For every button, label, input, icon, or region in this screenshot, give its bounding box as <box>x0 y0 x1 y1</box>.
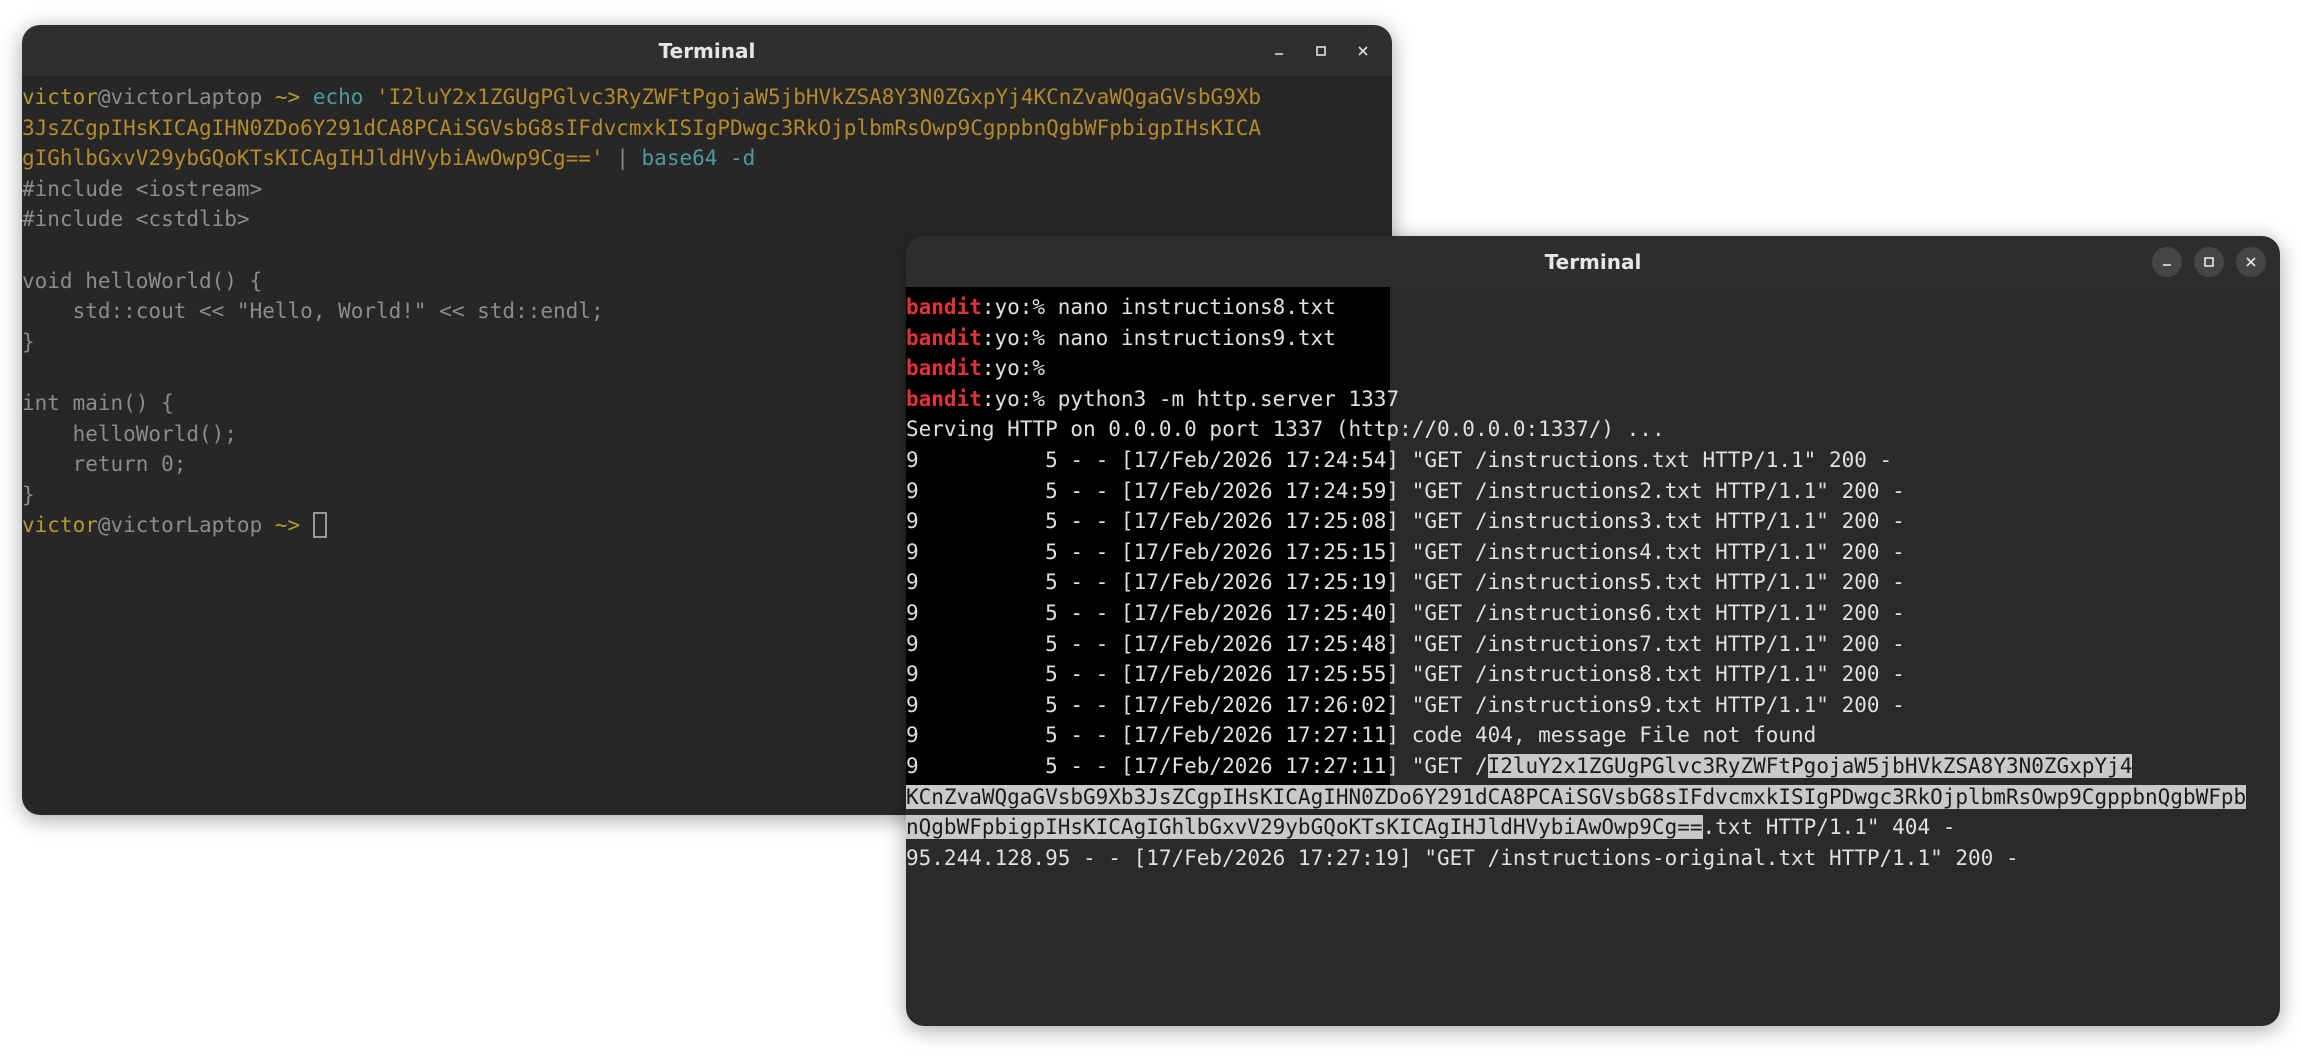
terminal-line: 9 5 - - [17/Feb/2026 17:27:11] "GET /I2l… <box>906 751 2280 782</box>
terminal-line: bandit:yo:% python3 -m http.server 1337 <box>906 384 2280 415</box>
titlebar[interactable]: Terminal <box>22 25 1392 76</box>
terminal-text: 9 5 - - [17/Feb/2026 17:25:40] "GET /ins… <box>906 600 1905 625</box>
terminal-text: 95.244.128.95 - - [17/Feb/2026 17:27:19]… <box>906 845 2019 870</box>
terminal-text: ~> <box>274 85 313 109</box>
terminal-text: .txt HTTP/1.1" 404 - <box>1702 815 1956 840</box>
terminal-line: #include <cstdlib> <box>22 204 1392 235</box>
terminal-text: 9 5 - - [17/Feb/2026 17:24:59] "GET /ins… <box>906 478 1905 503</box>
terminal-text: ~> <box>274 513 313 538</box>
titlebar[interactable]: Terminal <box>906 236 2280 287</box>
minimize-icon[interactable] <box>1264 36 1294 66</box>
terminal-text: nano instructions8.txt <box>1057 295 1336 319</box>
terminal-line: 9 5 - - [17/Feb/2026 17:27:11] code 404,… <box>906 720 2280 751</box>
terminal-output[interactable]: bandit:yo:% nano instructions8.txt bandit… <box>906 287 2280 1026</box>
terminal-text: #include <cstdlib> <box>22 207 250 232</box>
maximize-icon[interactable] <box>1306 36 1336 66</box>
terminal-line: 9 5 - - [17/Feb/2026 17:24:54] "GET /ins… <box>906 445 2280 476</box>
terminal-text: 9 5 - - [17/Feb/2026 17:25:19] "GET /ins… <box>906 570 1905 595</box>
terminal-window-front[interactable]: Terminal bandit:yo:% nano instructions8.… <box>906 236 2280 1026</box>
window-title: Terminal <box>1544 249 1642 274</box>
close-icon[interactable] <box>1348 36 1378 66</box>
terminal-line: 9 5 - - [17/Feb/2026 17:24:59] "GET /ins… <box>906 476 2280 507</box>
terminal-line: gIGhlbGxvV29ybGQoKTsKICAgIHJldHVybiAwOwp… <box>22 143 1392 174</box>
terminal-line: 95.244.128.95 - - [17/Feb/2026 17:27:19]… <box>906 843 2280 874</box>
terminal-text: 3JsZCgpIHsKICAgIHN0ZDo6Y291dCA8PCAiSGVsb… <box>22 115 1262 140</box>
terminal-text: bandit <box>906 356 982 381</box>
terminal-text: echo <box>312 85 377 109</box>
terminal-line: bandit:yo:% nano instructions9.txt <box>906 323 2280 354</box>
terminal-text: @victorLaptop <box>97 85 275 109</box>
terminal-text: victor <box>22 513 98 538</box>
terminal-line: KCnZvaWQgaGVsbG9Xb3JsZCgpIHsKICAgIHN0ZDo… <box>906 782 2280 813</box>
terminal-text: bandit <box>906 325 982 350</box>
terminal-text: } <box>22 329 35 354</box>
terminal-line: bandit:yo:% nano instructions8.txt <box>906 292 2280 323</box>
terminal-text: | <box>603 146 642 171</box>
terminal-text: 'I2luY2x1ZGUgPGlvc3RyZWFtPgojaW5jbHVkZSA… <box>376 85 1262 109</box>
terminal-text: @victorLaptop <box>97 513 275 538</box>
terminal-text: 9 5 - - [17/Feb/2026 17:27:11] "GET / <box>906 753 1488 778</box>
terminal-lines: bandit:yo:% nano instructions8.txt bandit… <box>906 287 2280 873</box>
terminal-text: #include <iostream> <box>22 176 263 201</box>
terminal-text: KCnZvaWQgaGVsbG9Xb3JsZCgpIHsKICAgIHN0ZDo… <box>906 784 2247 809</box>
terminal-line: 9 5 - - [17/Feb/2026 17:26:02] "GET /ins… <box>906 690 2280 721</box>
terminal-text: helloWorld(); <box>22 421 237 446</box>
terminal-text: :yo:% <box>981 356 1058 381</box>
window-controls <box>2152 236 2266 287</box>
terminal-line: victor@victorLaptop ~> echo 'I2luY2x1ZGU… <box>22 82 1392 113</box>
terminal-line: 9 5 - - [17/Feb/2026 17:25:19] "GET /ins… <box>906 567 2280 598</box>
terminal-text: :yo:% <box>981 386 1058 411</box>
terminal-text: int main() { <box>22 390 174 415</box>
terminal-text: bandit <box>906 295 982 319</box>
terminal-text: gIGhlbGxvV29ybGQoKTsKICAgIHJldHVybiAwOwp… <box>22 146 604 171</box>
terminal-text: void helloWorld() { <box>22 268 263 293</box>
terminal-text: 9 5 - - [17/Feb/2026 17:27:11] code 404,… <box>906 723 1817 748</box>
terminal-text: 9 5 - - [17/Feb/2026 17:25:48] "GET /ins… <box>906 631 1905 656</box>
terminal-line: bandit:yo:% <box>906 353 2280 384</box>
terminal-text: nQgbWFpbigpIHsKICAgIGhlbGxvV29ybGQoKTsKI… <box>906 815 1703 840</box>
terminal-text: Serving HTTP on 0.0.0.0 port 1337 (http:… <box>906 417 1665 442</box>
terminal-line: 9 5 - - [17/Feb/2026 17:25:48] "GET /ins… <box>906 629 2280 660</box>
terminal-text: 9 5 - - [17/Feb/2026 17:25:15] "GET /ins… <box>906 539 1905 564</box>
terminal-line: 9 5 - - [17/Feb/2026 17:25:40] "GET /ins… <box>906 598 2280 629</box>
terminal-line: #include <iostream> <box>22 174 1392 205</box>
terminal-text: 9 5 - - [17/Feb/2026 17:26:02] "GET /ins… <box>906 692 1905 717</box>
terminal-text: 9 5 - - [17/Feb/2026 17:25:55] "GET /ins… <box>906 662 1905 687</box>
maximize-icon[interactable] <box>2194 246 2224 277</box>
terminal-text: std::cout << "Hello, World!" << std::end… <box>22 299 604 324</box>
terminal-line: 9 5 - - [17/Feb/2026 17:25:15] "GET /ins… <box>906 537 2280 568</box>
terminal-text: python3 -m http.server 1337 <box>1057 386 1400 411</box>
cursor <box>312 512 327 539</box>
terminal-line: Serving HTTP on 0.0.0.0 port 1337 (http:… <box>906 414 2280 445</box>
terminal-text: 9 5 - - [17/Feb/2026 17:25:08] "GET /ins… <box>906 509 1905 534</box>
terminal-text: bandit <box>906 386 982 411</box>
close-icon[interactable] <box>2236 246 2266 277</box>
terminal-text: :yo:% <box>981 295 1058 319</box>
terminal-text: :yo:% <box>981 325 1058 350</box>
terminal-text: base64 -d <box>641 146 756 171</box>
window-title: Terminal <box>658 38 756 63</box>
terminal-text: } <box>22 482 35 507</box>
minimize-icon[interactable] <box>2152 246 2182 277</box>
terminal-text: nano instructions9.txt <box>1057 325 1336 350</box>
terminal-text: I2luY2x1ZGUgPGlvc3RyZWFtPgojaW5jbHVkZSA8… <box>1487 753 2133 778</box>
terminal-text: victor <box>22 85 98 109</box>
terminal-text: 9 5 - - [17/Feb/2026 17:24:54] "GET /ins… <box>906 447 1893 472</box>
terminal-line: 3JsZCgpIHsKICAgIHN0ZDo6Y291dCA8PCAiSGVsb… <box>22 113 1392 144</box>
terminal-line: nQgbWFpbigpIHsKICAgIGhlbGxvV29ybGQoKTsKI… <box>906 812 2280 843</box>
window-controls <box>1264 25 1378 76</box>
terminal-line: 9 5 - - [17/Feb/2026 17:25:55] "GET /ins… <box>906 659 2280 690</box>
terminal-text: return 0; <box>22 452 187 477</box>
terminal-line: 9 5 - - [17/Feb/2026 17:25:08] "GET /ins… <box>906 506 2280 537</box>
